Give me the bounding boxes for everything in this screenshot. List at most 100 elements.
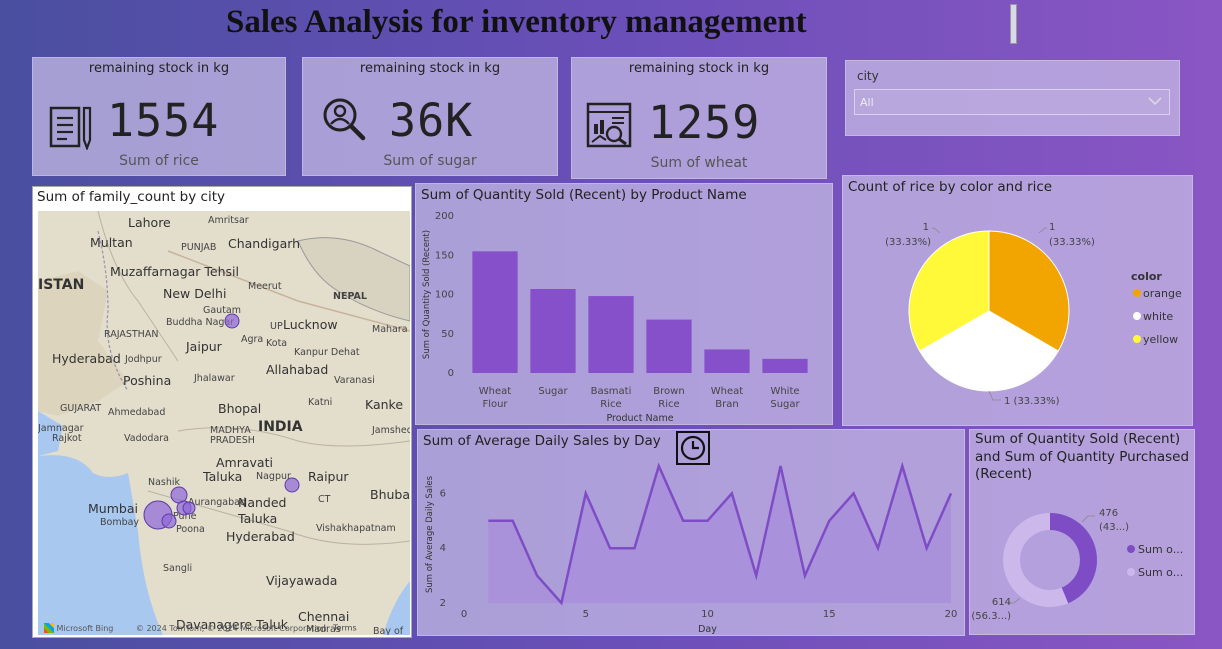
legend-item: white	[1143, 310, 1173, 323]
kpi-label: Sum of sugar	[383, 153, 477, 169]
map-canvas[interactable]: Lahore Amritsar Multan PUNJAB Chandigarh…	[38, 211, 410, 635]
legend-marker	[1127, 545, 1135, 553]
data-label: (33.33%)	[1049, 237, 1095, 248]
y-tick-label: 50	[441, 329, 454, 340]
leader-line	[932, 227, 941, 234]
kpi-value: 1554	[107, 94, 220, 147]
y-tick-label: 200	[435, 211, 454, 222]
bar	[530, 289, 576, 373]
legend-marker	[1133, 312, 1141, 320]
x-tick-label: Rice	[600, 399, 621, 410]
leader-line	[988, 390, 1001, 401]
legend-title: color	[1131, 270, 1162, 283]
data-label: (43...)	[1099, 522, 1129, 533]
map-visual[interactable]: Sum of family_count by city Lahore Amrit…	[32, 186, 412, 638]
map-title: Sum of family_count by city	[37, 189, 225, 205]
bing-logo	[44, 623, 54, 633]
kpi-label: Sum of rice	[119, 153, 199, 169]
x-tick-label: Sugar	[538, 386, 568, 397]
y-tick-label: 150	[435, 250, 454, 261]
x-tick-label: Brown	[653, 386, 684, 397]
bar	[704, 349, 750, 373]
area-chart-svg: 0 5 10 15 20 2 4 6 Day Sum of Average Daily Sales	[425, 461, 958, 635]
bar	[588, 296, 634, 373]
kpi-value: 1259	[648, 96, 761, 149]
chevron-down-icon	[1147, 92, 1163, 114]
x-tick-label: Sugar	[770, 399, 800, 410]
city-bubble	[284, 477, 300, 493]
x-axis-label: Day	[698, 624, 717, 635]
city-slicer: city All	[845, 60, 1180, 136]
data-label: 1	[923, 222, 929, 233]
slicer-label: city	[857, 69, 879, 83]
city-bubble	[182, 501, 196, 515]
legend-item: Sum o...	[1138, 566, 1183, 579]
map-copyright: © 2024 TomTom, © 2024 Microsoft Corporat…	[135, 623, 327, 633]
scrollbar-thumb[interactable]	[1010, 4, 1017, 44]
y-tick-label: 4	[440, 543, 446, 554]
bing-label: Microsoft Bing	[56, 623, 114, 633]
y-tick-label: 6	[440, 488, 446, 499]
leader-line	[1038, 227, 1047, 234]
x-tick-label: 15	[823, 609, 836, 620]
legend-marker	[1133, 335, 1141, 343]
legend-item: yellow	[1143, 333, 1178, 346]
city-dropdown[interactable]: All	[854, 89, 1170, 115]
bar-chart-svg: 0 50 100 150 200 Wheat Flour Sugar Basmati Rice Br…	[422, 211, 808, 424]
bar	[646, 319, 692, 373]
map-terms-link[interactable]: Terms	[333, 624, 357, 633]
leader-line	[1081, 515, 1095, 523]
data-label: 1 (33.33%)	[1004, 396, 1060, 407]
donut-chart-visual[interactable]: Sum of Quantity Sold (Recent) and Sum of…	[969, 429, 1195, 635]
y-tick-label: 0	[448, 368, 454, 379]
data-label: (56.3...)	[971, 611, 1011, 622]
x-tick-label: Wheat	[711, 386, 744, 397]
kpi-label: Sum of wheat	[650, 155, 748, 171]
chart-analysis-icon	[586, 102, 632, 152]
bar	[472, 251, 518, 373]
x-tick-label: Basmati	[591, 386, 632, 397]
city-bubble	[161, 513, 177, 529]
kpi-value: 36K	[389, 94, 474, 147]
x-tick-label: 0	[461, 609, 467, 620]
x-tick-label: Wheat	[479, 386, 512, 397]
x-tick-label: White	[770, 386, 799, 397]
data-label: 614	[992, 597, 1011, 608]
pie-chart-visual[interactable]: Count of rice by color and rice 1 (33.33%…	[842, 175, 1193, 426]
donut-chart-svg: 476 (43...) 614 (56.3...) Sum o... Sum o...	[971, 508, 1183, 622]
map-bubbles	[143, 313, 300, 530]
pie-chart-svg: 1 (33.33%) 1 (33.33%) 1 (33.33%) color orange w…	[885, 222, 1182, 407]
x-tick-label: Bran	[715, 399, 738, 410]
magnifier-person-icon	[321, 96, 367, 146]
kpi-title: remaining stock in kg	[628, 61, 770, 76]
kpi-card-wheat[interactable]: remaining stock in kg 1259 Sum of wheat	[571, 57, 827, 179]
x-tick-label: Rice	[658, 399, 679, 410]
x-tick-label: Flour	[482, 399, 508, 410]
kpi-title: remaining stock in kg	[359, 61, 501, 76]
y-tick-label: 100	[435, 290, 454, 301]
data-label: 476	[1099, 508, 1118, 519]
kpi-card-rice[interactable]: remaining stock in kg 1554 Sum of rice	[32, 57, 286, 176]
legend-marker	[1127, 568, 1135, 576]
bar	[762, 358, 808, 373]
legend-marker	[1133, 289, 1141, 297]
y-axis-label: Sum of Average Daily Sales	[425, 475, 435, 593]
x-tick-label: 20	[945, 609, 958, 620]
y-axis-label: Sum of Quantity Sold (Recent)	[422, 230, 432, 359]
legend-item: orange	[1143, 287, 1182, 300]
page-title: Sales Analysis for inventory management	[226, 4, 807, 40]
document-pen-icon	[49, 104, 93, 154]
data-label: 1	[1049, 222, 1055, 233]
legend-item: Sum o...	[1138, 543, 1183, 556]
x-axis-label: Product Name	[606, 413, 673, 424]
area-chart-visual[interactable]: Sum of Average Daily Sales by Day 0 5 10 15…	[417, 429, 965, 636]
slicer-value: All	[860, 96, 874, 109]
kpi-title: remaining stock in kg	[88, 61, 230, 76]
data-label: (33.33%)	[885, 237, 931, 248]
x-tick-label: 5	[583, 609, 589, 620]
city-bubble	[224, 313, 240, 329]
kpi-card-sugar[interactable]: remaining stock in kg 36K Sum of sugar	[302, 57, 558, 176]
bar-chart-visual[interactable]: Sum of Quantity Sold (Recent) by Product…	[415, 183, 833, 425]
x-tick-label: 10	[701, 609, 714, 620]
y-tick-label: 2	[440, 598, 446, 609]
